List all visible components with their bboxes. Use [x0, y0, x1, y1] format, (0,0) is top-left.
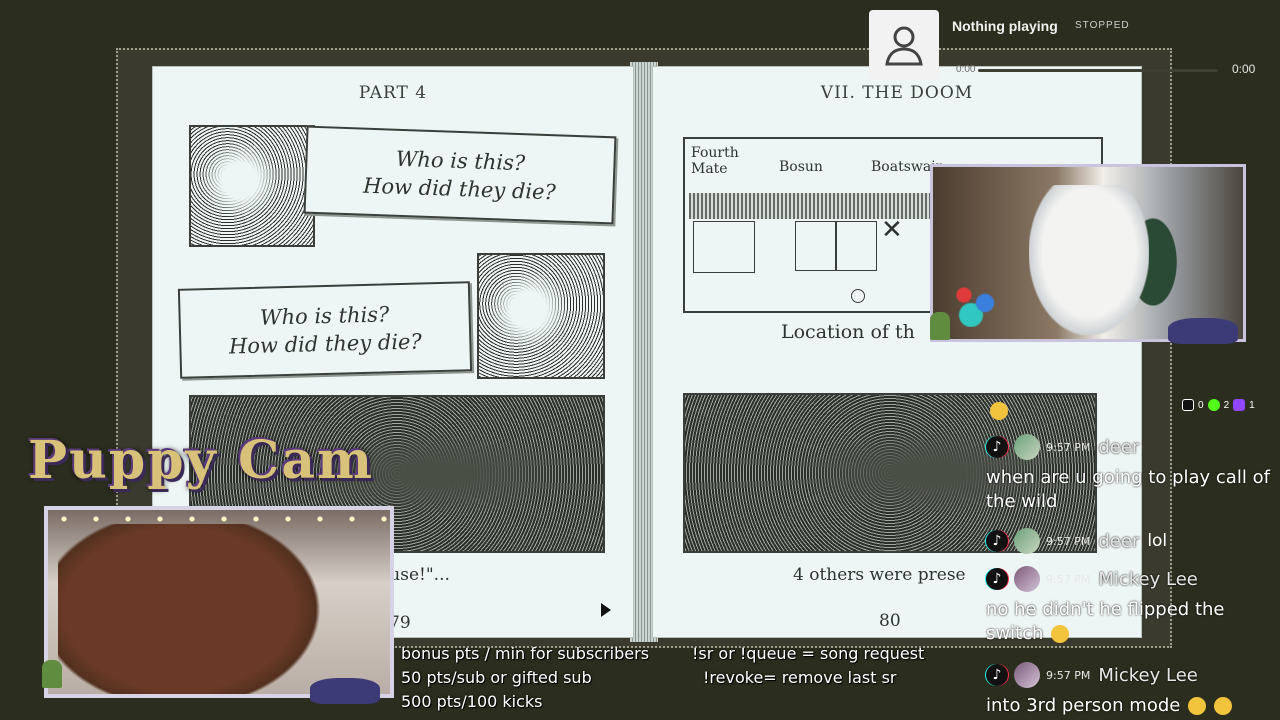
- track-title: Nothing playing: [952, 18, 1058, 34]
- tiktok-icon: ♪: [986, 530, 1008, 552]
- commands-info: !sr or !queue = song request !revoke= re…: [692, 642, 924, 690]
- map-label-fourth-mate: Fourth Mate: [691, 145, 739, 177]
- time-current: 0:00: [956, 64, 976, 75]
- now-playing-widget: Nothing playing STOPPED 0:00 0:00: [868, 10, 1268, 80]
- chat-username: deer: [1098, 436, 1140, 458]
- map-room: [693, 221, 755, 273]
- time-total: 0:00: [1232, 62, 1256, 76]
- tiktok-icon: ♪: [986, 664, 1008, 686]
- map-room: [795, 221, 837, 271]
- avatar: [1014, 662, 1040, 688]
- mystery-note-1[interactable]: Who is this? How did they die?: [303, 125, 617, 225]
- mystery-note-1-text: Who is this? How did they die?: [362, 146, 557, 205]
- map-room: [835, 221, 877, 271]
- portrait-sketch-2[interactable]: [477, 253, 605, 379]
- emoji-icon: [1213, 697, 1232, 715]
- streamer-webcam: [930, 164, 1246, 342]
- map-label-bosun: Bosun: [779, 159, 823, 175]
- chat-username: Mickey Lee: [1098, 568, 1198, 590]
- cat-deco-icon: [1168, 318, 1238, 344]
- mystery-note-2[interactable]: Who is this? How did they die?: [177, 281, 473, 379]
- emoji-icon: [1188, 697, 1207, 715]
- puppy-cam-title: Puppy Cam: [28, 430, 375, 491]
- points-info-line: bonus pts / min for subscribers: [401, 644, 650, 663]
- chat-message: ♪ 9:57 PM Mickey Lee no he didn't he fli…: [986, 566, 1276, 646]
- cat-deco-icon: [310, 678, 380, 704]
- avatar: [1014, 434, 1040, 460]
- right-page-caption: 4 others were prese: [793, 565, 966, 585]
- chat-overlay: ♪ 9:57 PM deer when are u going to play …: [986, 400, 1276, 720]
- chat-timestamp: 9:57 PM: [1046, 668, 1091, 682]
- tiktok-icon: ♪: [986, 436, 1008, 458]
- map-x-mark-icon: ✕: [881, 215, 903, 245]
- webcam-streamer-blanket: [1029, 185, 1149, 335]
- avatar: [1014, 528, 1040, 554]
- commands-info-line: !sr or !queue = song request: [692, 644, 925, 663]
- mouse-cursor-icon: [601, 603, 611, 617]
- tiktok-icon: ♪: [986, 568, 1008, 590]
- points-info-line: 50 pts/sub or gifted sub: [401, 668, 592, 687]
- points-info: bonus pts / min for subscribers 50 pts/s…: [401, 642, 649, 714]
- webcam-dog: [58, 524, 328, 694]
- chat-text-inline: lol: [1147, 531, 1168, 551]
- chat-message: ♪ 9:57 PM Mickey Lee into 3rd person mod…: [986, 662, 1276, 718]
- commands-info-line: !revoke= remove last sr: [703, 668, 897, 687]
- map-caption: Location of th: [781, 321, 915, 343]
- left-page-header: PART 4: [358, 83, 428, 103]
- playback-status: STOPPED: [1075, 20, 1130, 31]
- right-page-header: VII. THE DOOM: [820, 83, 974, 103]
- chat-timestamp: 9:57 PM: [1046, 440, 1091, 454]
- chat-username: Mickey Lee: [1098, 664, 1198, 686]
- chat-timestamp: 9:57 PM: [1046, 534, 1091, 548]
- chat-text: no he didn't he flipped the switch: [986, 599, 1225, 644]
- webcam-toys: [943, 247, 1013, 327]
- points-info-line: 500 pts/100 kicks: [401, 692, 543, 711]
- emoji-icon: [990, 402, 1008, 420]
- chat-message: ♪ 9:57 PM deer when are u going to play …: [986, 434, 1276, 514]
- chat-text: into 3rd person mode: [986, 695, 1181, 716]
- emoji-icon: [1051, 625, 1070, 643]
- chat-timestamp: 9:57 PM: [1046, 572, 1091, 586]
- chat-username: deer: [1098, 530, 1140, 552]
- string-lights: [48, 514, 390, 524]
- cactus-deco-icon: [42, 660, 62, 688]
- chat-message: ♪ 9:57 PM deer lol: [986, 528, 1276, 554]
- mystery-note-2-text: Who is this? How did they die?: [228, 302, 422, 359]
- user-placeholder-icon: [885, 26, 923, 66]
- map-circle-marker: [851, 289, 865, 303]
- portrait-sketch-1[interactable]: [189, 125, 315, 247]
- progress-bar: [978, 69, 1218, 72]
- right-page-number: 80: [879, 611, 901, 631]
- chat-text: when are u going to play call of the wil…: [986, 467, 1270, 512]
- album-art: [869, 10, 939, 80]
- avatar: [1014, 566, 1040, 592]
- cactus-deco-icon: [930, 312, 950, 340]
- puppy-webcam: [44, 506, 394, 698]
